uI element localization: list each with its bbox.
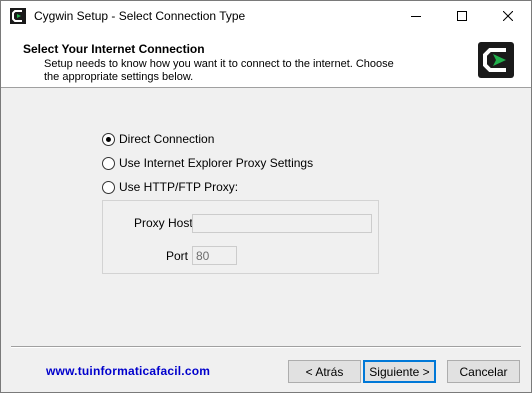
proxy-settings-group: Proxy Host Port (102, 200, 379, 274)
option-http-ftp-proxy[interactable]: Use HTTP/FTP Proxy: (102, 179, 238, 195)
back-button[interactable]: < Atrás (288, 360, 361, 383)
header-title: Select Your Internet Connection (23, 42, 205, 56)
setup-window: Cygwin Setup - Select Connection Type Se… (0, 0, 532, 393)
next-button[interactable]: Siguiente > (363, 360, 436, 383)
website-link[interactable]: www.tuinformaticafacil.com (46, 364, 210, 378)
option-label: Use HTTP/FTP Proxy: (119, 180, 239, 194)
close-button[interactable] (485, 1, 531, 31)
wizard-header: Select Your Internet Connection Setup ne… (1, 31, 531, 88)
radio-http-ftp-proxy[interactable] (102, 180, 115, 194)
maximize-button[interactable] (439, 1, 485, 31)
proxy-host-label: Proxy Host (134, 216, 193, 230)
cancel-button[interactable]: Cancelar (447, 360, 520, 383)
option-label: Direct Connection (119, 132, 215, 146)
maximize-icon (457, 11, 467, 21)
radio-ie-proxy[interactable] (102, 156, 115, 170)
option-label: Use Internet Explorer Proxy Settings (119, 156, 314, 170)
proxy-host-input[interactable] (192, 214, 372, 233)
footer-separator (11, 346, 521, 348)
minimize-button[interactable] (393, 1, 439, 31)
header-description: Setup needs to know how you want it to c… (44, 58, 394, 83)
cygwin-icon[interactable] (10, 8, 26, 24)
option-ie-proxy[interactable]: Use Internet Explorer Proxy Settings (102, 155, 313, 171)
option-direct-connection[interactable]: Direct Connection (102, 131, 214, 147)
proxy-port-input[interactable] (192, 246, 237, 265)
proxy-port-label: Port (166, 249, 189, 263)
close-icon (503, 11, 513, 21)
cygwin-logo-icon (478, 42, 514, 78)
window-title: Cygwin Setup - Select Connection Type (34, 9, 246, 23)
radio-direct-connection[interactable] (102, 132, 115, 146)
minimize-icon (411, 16, 421, 17)
title-bar[interactable]: Cygwin Setup - Select Connection Type (1, 1, 531, 31)
